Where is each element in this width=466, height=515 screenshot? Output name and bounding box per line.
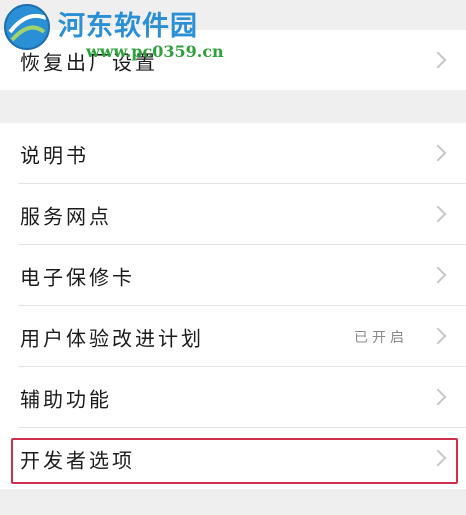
warranty-card-label: 电子保修卡 [20, 265, 135, 289]
chevron-right-icon [429, 388, 447, 405]
user-experience-row[interactable]: 用户体验改进计划 已开启 [0, 306, 466, 367]
settings-group-main: 说明书 服务网点 电子保修卡 用户体验改进计划 已开启 辅助功能 开发者选项 [0, 123, 466, 489]
watermark-url: www.pc0359.cn [86, 42, 224, 61]
service-outlets-label: 服务网点 [20, 204, 112, 228]
accessibility-row[interactable]: 辅助功能 [0, 367, 466, 428]
page-bottom-background [0, 495, 466, 515]
chevron-right-icon [429, 51, 447, 68]
user-experience-status: 已开启 [354, 329, 408, 346]
chevron-right-icon [429, 144, 447, 161]
service-outlets-row[interactable]: 服务网点 [0, 184, 466, 245]
highlight-box [11, 438, 458, 484]
watermark-title: 河东软件园 [58, 11, 198, 42]
warranty-card-row[interactable]: 电子保修卡 [0, 245, 466, 306]
chevron-right-icon [429, 327, 447, 344]
accessibility-label: 辅助功能 [20, 387, 112, 411]
watermark: 河东软件园 www.pc0359.cn [0, 0, 230, 62]
user-experience-label: 用户体验改进计划 [20, 326, 204, 350]
manual-label: 说明书 [20, 143, 89, 167]
watermark-logo-icon [4, 4, 50, 50]
manual-row[interactable]: 说明书 [0, 123, 466, 184]
chevron-right-icon [429, 266, 447, 283]
chevron-right-icon [429, 205, 447, 222]
